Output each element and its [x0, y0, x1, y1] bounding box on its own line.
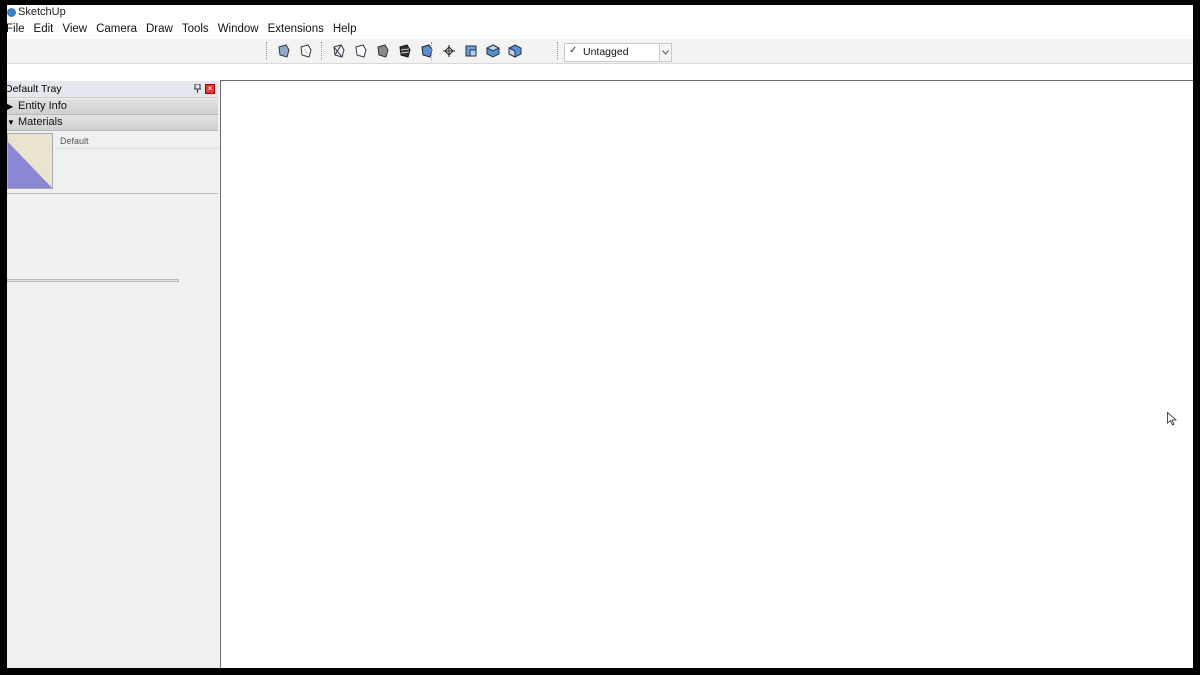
- panel-label: Entity Info: [18, 100, 67, 112]
- back-edges-icon: [300, 44, 312, 58]
- menu-camera[interactable]: Camera: [96, 19, 137, 39]
- panel-entity-info[interactable]: ▶ Entity Info: [7, 99, 218, 115]
- collapse-arrow-icon: ▼: [7, 118, 15, 127]
- main-toolbar: ✓ Untagged: [7, 39, 1193, 64]
- front-view-icon: [508, 44, 522, 58]
- divider: [7, 193, 218, 194]
- toolbar-grip[interactable]: [321, 42, 325, 60]
- shaded-button[interactable]: [372, 42, 394, 60]
- sketchup-logo-icon: [7, 8, 16, 17]
- menu-extensions[interactable]: Extensions: [268, 19, 324, 39]
- tray-title: Default Tray: [7, 83, 62, 95]
- shaded-icon: [377, 44, 389, 58]
- panel-label: Materials: [18, 116, 63, 128]
- menu-view[interactable]: View: [62, 19, 87, 39]
- panel-materials[interactable]: ▼ Materials: [7, 115, 218, 131]
- xray-button[interactable]: [273, 42, 295, 60]
- tray-header: Default Tray ×: [7, 81, 218, 98]
- secondary-toolbar-area: [7, 64, 1193, 81]
- face-style-toolbar: [266, 42, 438, 60]
- close-icon[interactable]: ×: [205, 84, 215, 94]
- toolbar-grip[interactable]: [266, 42, 270, 60]
- menu-file[interactable]: File: [7, 19, 25, 39]
- materials-slider[interactable]: [7, 279, 179, 282]
- chevron-down-icon[interactable]: [659, 44, 671, 61]
- menu-draw[interactable]: Draw: [146, 19, 173, 39]
- divider: [55, 148, 218, 149]
- menu-bar: File Edit View Camera Draw Tools Window …: [7, 19, 1193, 39]
- shaded-with-textures-button[interactable]: [394, 42, 416, 60]
- mouse-cursor-icon: [1167, 412, 1177, 426]
- tag-selector-value: Untagged: [583, 46, 629, 58]
- material-name: Default: [60, 136, 89, 146]
- xray-icon: [278, 44, 290, 58]
- iso-view-button[interactable]: [460, 42, 482, 60]
- title-bar: SketchUp: [7, 5, 1193, 19]
- top-view-button[interactable]: [482, 42, 504, 60]
- expand-arrow-icon: ▶: [7, 102, 14, 111]
- orbit-axes-button[interactable]: [438, 42, 460, 60]
- window-title: SketchUp: [18, 6, 66, 18]
- shaded-with-textures-icon: [399, 44, 411, 58]
- front-view-button[interactable]: [504, 42, 526, 60]
- sketchup-window: SketchUp File Edit View Camera Draw Tool…: [7, 5, 1193, 668]
- wireframe-icon: [333, 44, 345, 58]
- orbit-axes-icon: [443, 45, 455, 57]
- default-tray: Default Tray × ▶ Entity Info ▼ Materials…: [7, 81, 218, 345]
- menu-tools[interactable]: Tools: [182, 19, 209, 39]
- material-preview: [8, 134, 52, 188]
- back-edges-button[interactable]: [295, 42, 317, 60]
- iso-view-icon: [465, 45, 477, 57]
- menu-window[interactable]: Window: [218, 19, 259, 39]
- wireframe-button[interactable]: [328, 42, 350, 60]
- tag-selector[interactable]: ✓ Untagged: [564, 43, 672, 62]
- toolbar-grip[interactable]: [557, 42, 561, 60]
- modeling-viewport[interactable]: [220, 80, 1193, 668]
- check-icon: ✓: [569, 45, 578, 56]
- hidden-line-button[interactable]: [350, 42, 372, 60]
- pin-icon[interactable]: [194, 84, 201, 93]
- views-toolbar: [431, 42, 526, 60]
- menu-edit[interactable]: Edit: [34, 19, 54, 39]
- hidden-line-icon: [355, 44, 367, 58]
- top-view-icon: [486, 44, 500, 58]
- toolbar-grip[interactable]: [431, 42, 435, 60]
- menu-help[interactable]: Help: [333, 19, 357, 39]
- material-swatch[interactable]: [7, 133, 53, 189]
